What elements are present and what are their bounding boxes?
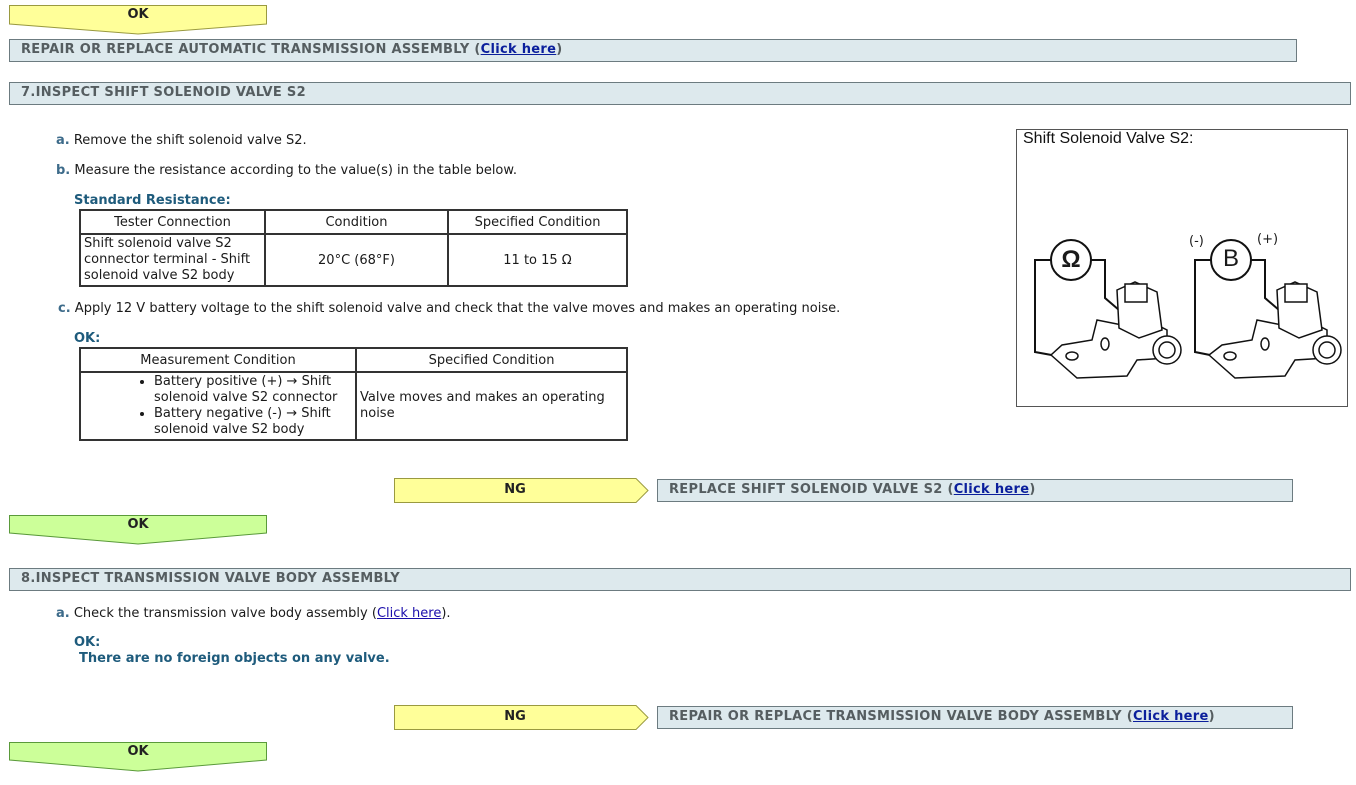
step8-header: 8.INSPECT TRANSMISSION VALVE BODY ASSEMB… (9, 568, 1351, 591)
repair-at-close: ) (556, 42, 563, 57)
repair-at-bar: REPAIR OR REPLACE AUTOMATIC TRANSMISSION… (9, 39, 1297, 62)
step7-b-text: Measure the resistance according to the … (74, 163, 517, 178)
ohm-symbol: Ω (1061, 246, 1081, 273)
table-cell: 11 to 15 Ω (447, 233, 628, 287)
resistance-table: Tester Connection Condition Specified Co… (79, 209, 628, 287)
step8-a-close: ). (441, 606, 451, 621)
step-letter: a. (56, 133, 70, 148)
repair-at-text: REPAIR OR REPLACE AUTOMATIC TRANSMISSION… (21, 42, 481, 57)
repair-valve-body-close: ) (1208, 709, 1215, 724)
ok-arrow-step8: OK (9, 742, 267, 772)
condition-list: Battery positive (+) → Shift solenoid va… (85, 374, 351, 438)
repair-at-link[interactable]: Click here (481, 42, 557, 57)
ok-label: OK (127, 7, 149, 22)
battery-symbol: B (1222, 245, 1239, 272)
step-letter: c. (58, 301, 71, 316)
valve-body-link[interactable]: Click here (377, 606, 441, 621)
table-cell: 20°C (68°F) (264, 233, 449, 287)
replace-s2-bar: REPLACE SHIFT SOLENOID VALVE S2 (Click h… (657, 479, 1293, 502)
step8-a-text: Check the transmission valve body assemb… (73, 606, 377, 621)
table-cell: Shift solenoid valve S2 connector termin… (79, 233, 266, 287)
list-item: Battery negative (-) → Shift solenoid va… (154, 406, 351, 438)
table-header: Specified Condition (447, 209, 628, 235)
step8-a: a. Check the transmission valve body ass… (56, 606, 451, 621)
replace-s2-text: REPLACE SHIFT SOLENOID VALVE S2 ( (669, 482, 954, 497)
ng-label: NG (504, 709, 526, 724)
step7-c-text: Apply 12 V battery voltage to the shift … (74, 301, 841, 316)
ok-arrow-top: OK (9, 5, 267, 35)
plus-label: (+) (1257, 232, 1279, 247)
standard-resistance-label: Standard Resistance: (74, 193, 231, 208)
ok-arrow-step7: OK (9, 515, 267, 545)
operation-table: Measurement Condition Specified Conditio… (79, 347, 628, 441)
table-cell: Valve moves and makes an operating noise (355, 371, 628, 441)
table-header: Tester Connection (79, 209, 266, 235)
ng-arrow: NG (394, 705, 650, 730)
step-letter: a. (56, 606, 70, 621)
table-header: Condition (264, 209, 449, 235)
ok-criteria-label: OK: (74, 635, 101, 650)
step8-title: 8.INSPECT TRANSMISSION VALVE BODY ASSEMB… (21, 571, 400, 586)
list-item: Battery positive (+) → Shift solenoid va… (154, 374, 351, 406)
step7-header: 7.INSPECT SHIFT SOLENOID VALVE S2 (9, 82, 1351, 105)
step7-a-text: Remove the shift solenoid valve S2. (73, 133, 307, 148)
ng-arrow: NG (394, 478, 650, 503)
table-header: Measurement Condition (79, 347, 357, 373)
step-letter: b. (56, 163, 71, 178)
solenoid-figure: Shift Solenoid Valve S2: Ω B (-) (+) (1016, 129, 1348, 407)
replace-s2-link[interactable]: Click here (954, 482, 1030, 497)
step7-a: a. Remove the shift solenoid valve S2. (56, 133, 307, 148)
repair-valve-body-link[interactable]: Click here (1133, 709, 1209, 724)
table-header: Specified Condition (355, 347, 628, 373)
step7-b: b. Measure the resistance according to t… (56, 163, 517, 178)
repair-valve-body-text: REPAIR OR REPLACE TRANSMISSION VALVE BOD… (669, 709, 1133, 724)
ok-criteria-label: OK: (74, 331, 101, 346)
ok-label: OK (127, 744, 149, 759)
minus-label: (-) (1189, 234, 1204, 249)
step7-c: c. Apply 12 V battery voltage to the shi… (58, 301, 840, 316)
ng-label: NG (504, 482, 526, 497)
ok-criteria-text: There are no foreign objects on any valv… (79, 651, 390, 666)
repair-valve-body-bar: REPAIR OR REPLACE TRANSMISSION VALVE BOD… (657, 706, 1293, 729)
table-cell: Battery positive (+) → Shift solenoid va… (79, 371, 357, 441)
ok-label: OK (127, 517, 149, 532)
replace-s2-close: ) (1029, 482, 1036, 497)
step7-title: 7.INSPECT SHIFT SOLENOID VALVE S2 (21, 85, 306, 100)
